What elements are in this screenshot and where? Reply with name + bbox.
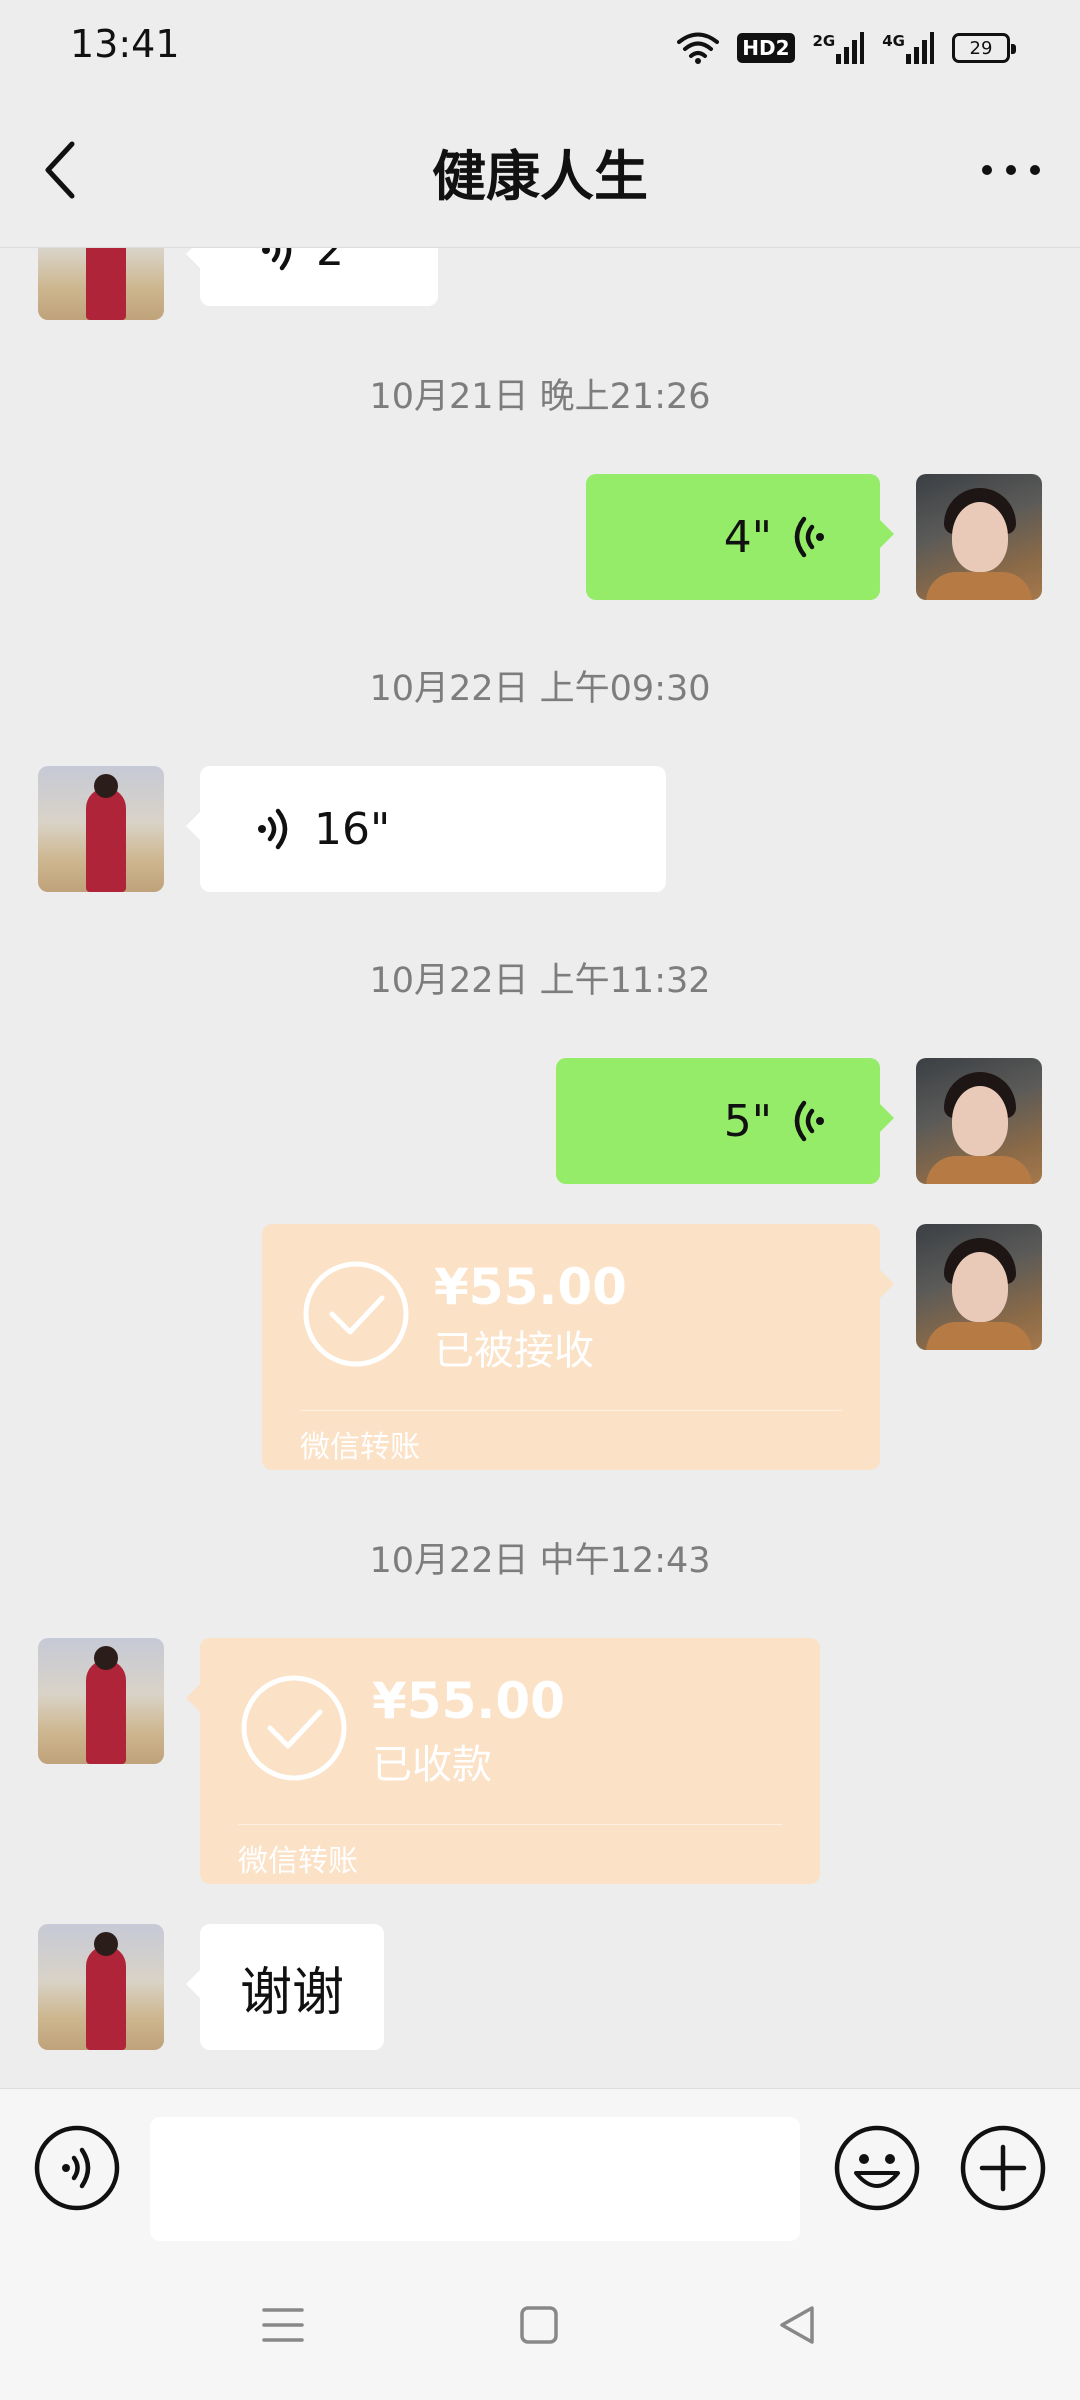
home-icon[interactable] [514, 2300, 564, 2350]
text-message-incoming[interactable]: 谢谢 [186, 1924, 384, 2050]
chat-header: 健康人生 [0, 92, 1080, 248]
voice-input-icon[interactable] [32, 2123, 122, 2213]
transfer-status: 已收款 [372, 1742, 492, 1788]
signal-2g-label: 2G [812, 32, 836, 50]
battery-icon: 29 [952, 33, 1016, 63]
contact-avatar[interactable] [38, 248, 164, 320]
more-options-icon[interactable] [978, 150, 1044, 190]
my-avatar[interactable] [916, 1224, 1042, 1350]
voice-message-incoming[interactable]: 2" [186, 248, 438, 306]
my-avatar[interactable] [916, 474, 1042, 600]
transfer-status: 已被接收 [434, 1328, 594, 1374]
voice-duration: 16" [314, 803, 391, 855]
voice-wave-icon [794, 516, 824, 558]
transfer-label: 微信转账 [300, 1430, 420, 1465]
status-bar: 13:41 HD2 2G 4G 29 [0, 0, 1080, 92]
voice-wave-icon [262, 248, 292, 271]
emoji-icon[interactable] [832, 2123, 922, 2213]
voice-duration: 5" [723, 1095, 772, 1147]
system-nav-bar [0, 2254, 1080, 2400]
message-timestamp: 10月21日 晚上21:26 [369, 377, 711, 417]
contact-avatar[interactable] [38, 766, 164, 892]
transfer-divider [238, 1824, 782, 1825]
message-timestamp: 10月22日 中午12:43 [369, 1541, 711, 1581]
voice-wave-icon [794, 1100, 824, 1142]
voice-message-outgoing[interactable]: 4" [586, 474, 894, 600]
input-bar [0, 2088, 1080, 2254]
check-circle-icon [241, 1675, 347, 1781]
check-circle-icon [303, 1261, 409, 1367]
transfer-amount: ¥55.00 [434, 1258, 627, 1316]
transfer-card-incoming[interactable]: ¥55.00 已收款 微信转账 [186, 1638, 820, 1884]
voice-wave-icon [258, 808, 288, 850]
status-icons: HD2 2G 4G 29 [677, 26, 1016, 70]
menu-icon[interactable] [258, 2300, 308, 2350]
status-time: 13:41 [70, 22, 180, 66]
chat-title: 健康人生 [432, 145, 648, 208]
voice-message-outgoing[interactable]: 5" [556, 1058, 894, 1184]
message-timestamp: 10月22日 上午11:32 [369, 961, 711, 1001]
my-avatar[interactable] [916, 1058, 1042, 1184]
signal-4g-label: 4G [882, 32, 905, 50]
transfer-amount: ¥55.00 [372, 1672, 565, 1730]
message-text: 谢谢 [239, 1962, 344, 2023]
add-more-icon[interactable] [958, 2123, 1048, 2213]
signal-bars-icon [906, 32, 934, 64]
signal-2g: 2G [813, 32, 865, 64]
back-triangle-icon[interactable] [772, 2300, 822, 2350]
message-list[interactable]: 2" 10月21日 晚上21:26 4" 10月22日 上午09:30 16" … [0, 248, 1080, 2088]
voice-duration: 2" [316, 248, 365, 276]
contact-avatar[interactable] [38, 1638, 164, 1764]
signal-4g: 4G [882, 32, 934, 64]
voice-message-incoming[interactable]: 16" [186, 766, 666, 892]
message-input[interactable] [150, 2117, 800, 2241]
transfer-label: 微信转账 [238, 1844, 358, 1879]
hd-voice-badge: HD2 [737, 33, 795, 63]
message-timestamp: 10月22日 上午09:30 [369, 669, 711, 709]
contact-avatar[interactable] [38, 1924, 164, 2050]
wifi-icon [677, 32, 720, 64]
voice-duration: 4" [723, 511, 772, 563]
transfer-card-outgoing[interactable]: ¥55.00 已被接收 微信转账 [262, 1224, 894, 1470]
battery-level: 29 [969, 37, 993, 59]
signal-bars-icon [836, 32, 865, 64]
transfer-divider [300, 1410, 842, 1411]
